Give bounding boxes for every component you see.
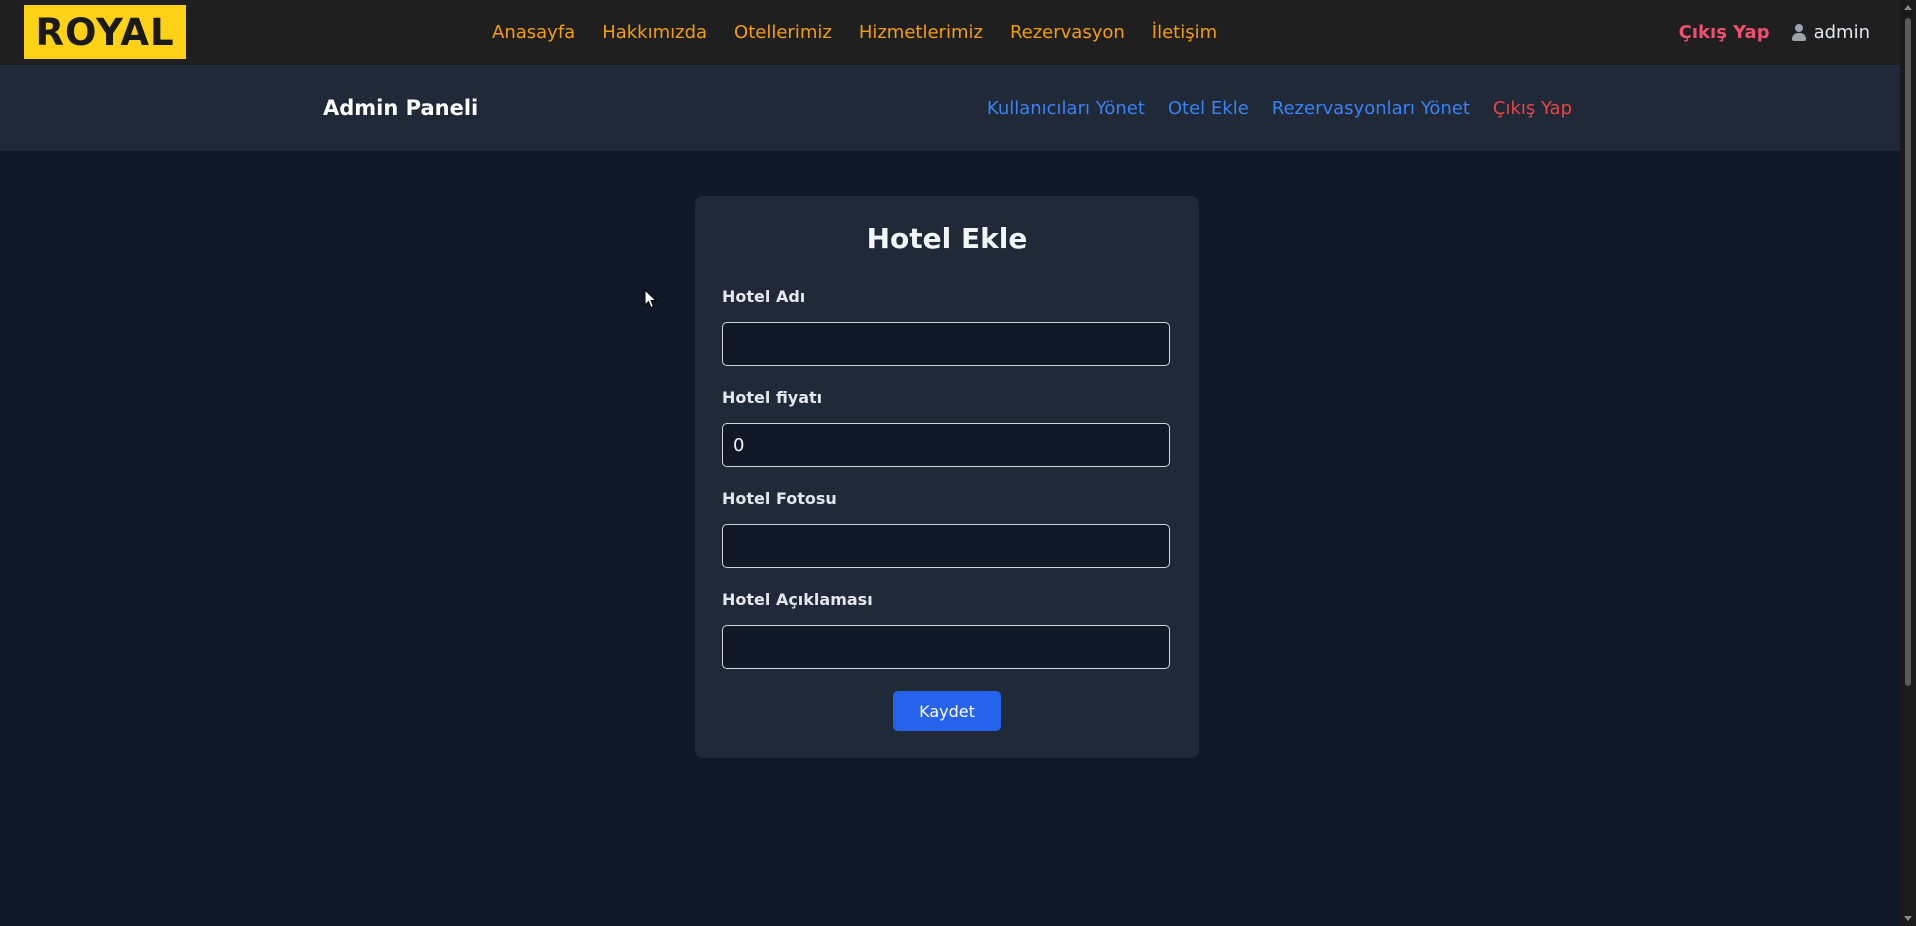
admin-link-add-hotel[interactable]: Otel Ekle [1168,98,1249,119]
add-hotel-card: Hotel Ekle Hotel Adı Hotel fiyatı Hotel … [695,196,1199,758]
logo[interactable]: ROYAL [24,5,186,59]
hotel-description-label: Hotel Açıklaması [722,590,873,609]
page-scrollbar[interactable] [1900,0,1916,926]
username-label: admin [1813,22,1870,43]
mouse-cursor-icon [644,289,658,309]
nav-link-rezervasyon[interactable]: Rezervasyon [1010,22,1125,43]
scroll-thumb[interactable] [1905,18,1911,686]
scroll-down-icon[interactable] [1904,916,1912,921]
user-icon [1791,24,1806,41]
main-nav: Anasayfa Hakkımızda Otellerimiz Hizmetle… [492,0,1217,65]
admin-panel-title: Admin Paneli [323,96,479,120]
nav-link-otellerimiz[interactable]: Otellerimiz [734,22,832,43]
user-menu[interactable]: admin [1791,22,1870,43]
page: ROYAL Anasayfa Hakkımızda Otellerimiz Hi… [0,0,1916,926]
top-navbar: ROYAL Anasayfa Hakkımızda Otellerimiz Hi… [0,0,1900,65]
scroll-up-icon[interactable] [1904,5,1912,10]
nav-link-hakkimizda[interactable]: Hakkımızda [602,22,707,43]
nav-link-iletisim[interactable]: İletişim [1152,22,1217,43]
admin-link-logout[interactable]: Çıkış Yap [1493,98,1572,119]
top-right-actions: Çıkış Yap admin [1679,0,1870,65]
hotel-price-input[interactable] [722,423,1170,467]
admin-link-manage-reservations[interactable]: Rezervasyonları Yönet [1272,98,1470,119]
form-title: Hotel Ekle [866,222,1028,255]
hotel-price-label: Hotel fiyatı [722,388,823,407]
save-button[interactable]: Kaydet [893,691,1001,731]
hotel-photo-input[interactable] [722,524,1170,568]
hotel-name-label: Hotel Adı [722,287,806,306]
nav-link-hizmetlerimiz[interactable]: Hizmetlerimiz [859,22,983,43]
admin-link-manage-users[interactable]: Kullanıcıları Yönet [987,98,1145,119]
hotel-description-input[interactable] [722,625,1170,669]
admin-bar: Admin Paneli Kullanıcıları Yönet Otel Ek… [0,65,1900,151]
logout-link-top[interactable]: Çıkış Yap [1679,22,1770,43]
admin-nav: Kullanıcıları Yönet Otel Ekle Rezervasyo… [987,65,1572,151]
nav-link-anasayfa[interactable]: Anasayfa [492,22,575,43]
hotel-name-input[interactable] [722,322,1170,366]
hotel-photo-label: Hotel Fotosu [722,489,837,508]
